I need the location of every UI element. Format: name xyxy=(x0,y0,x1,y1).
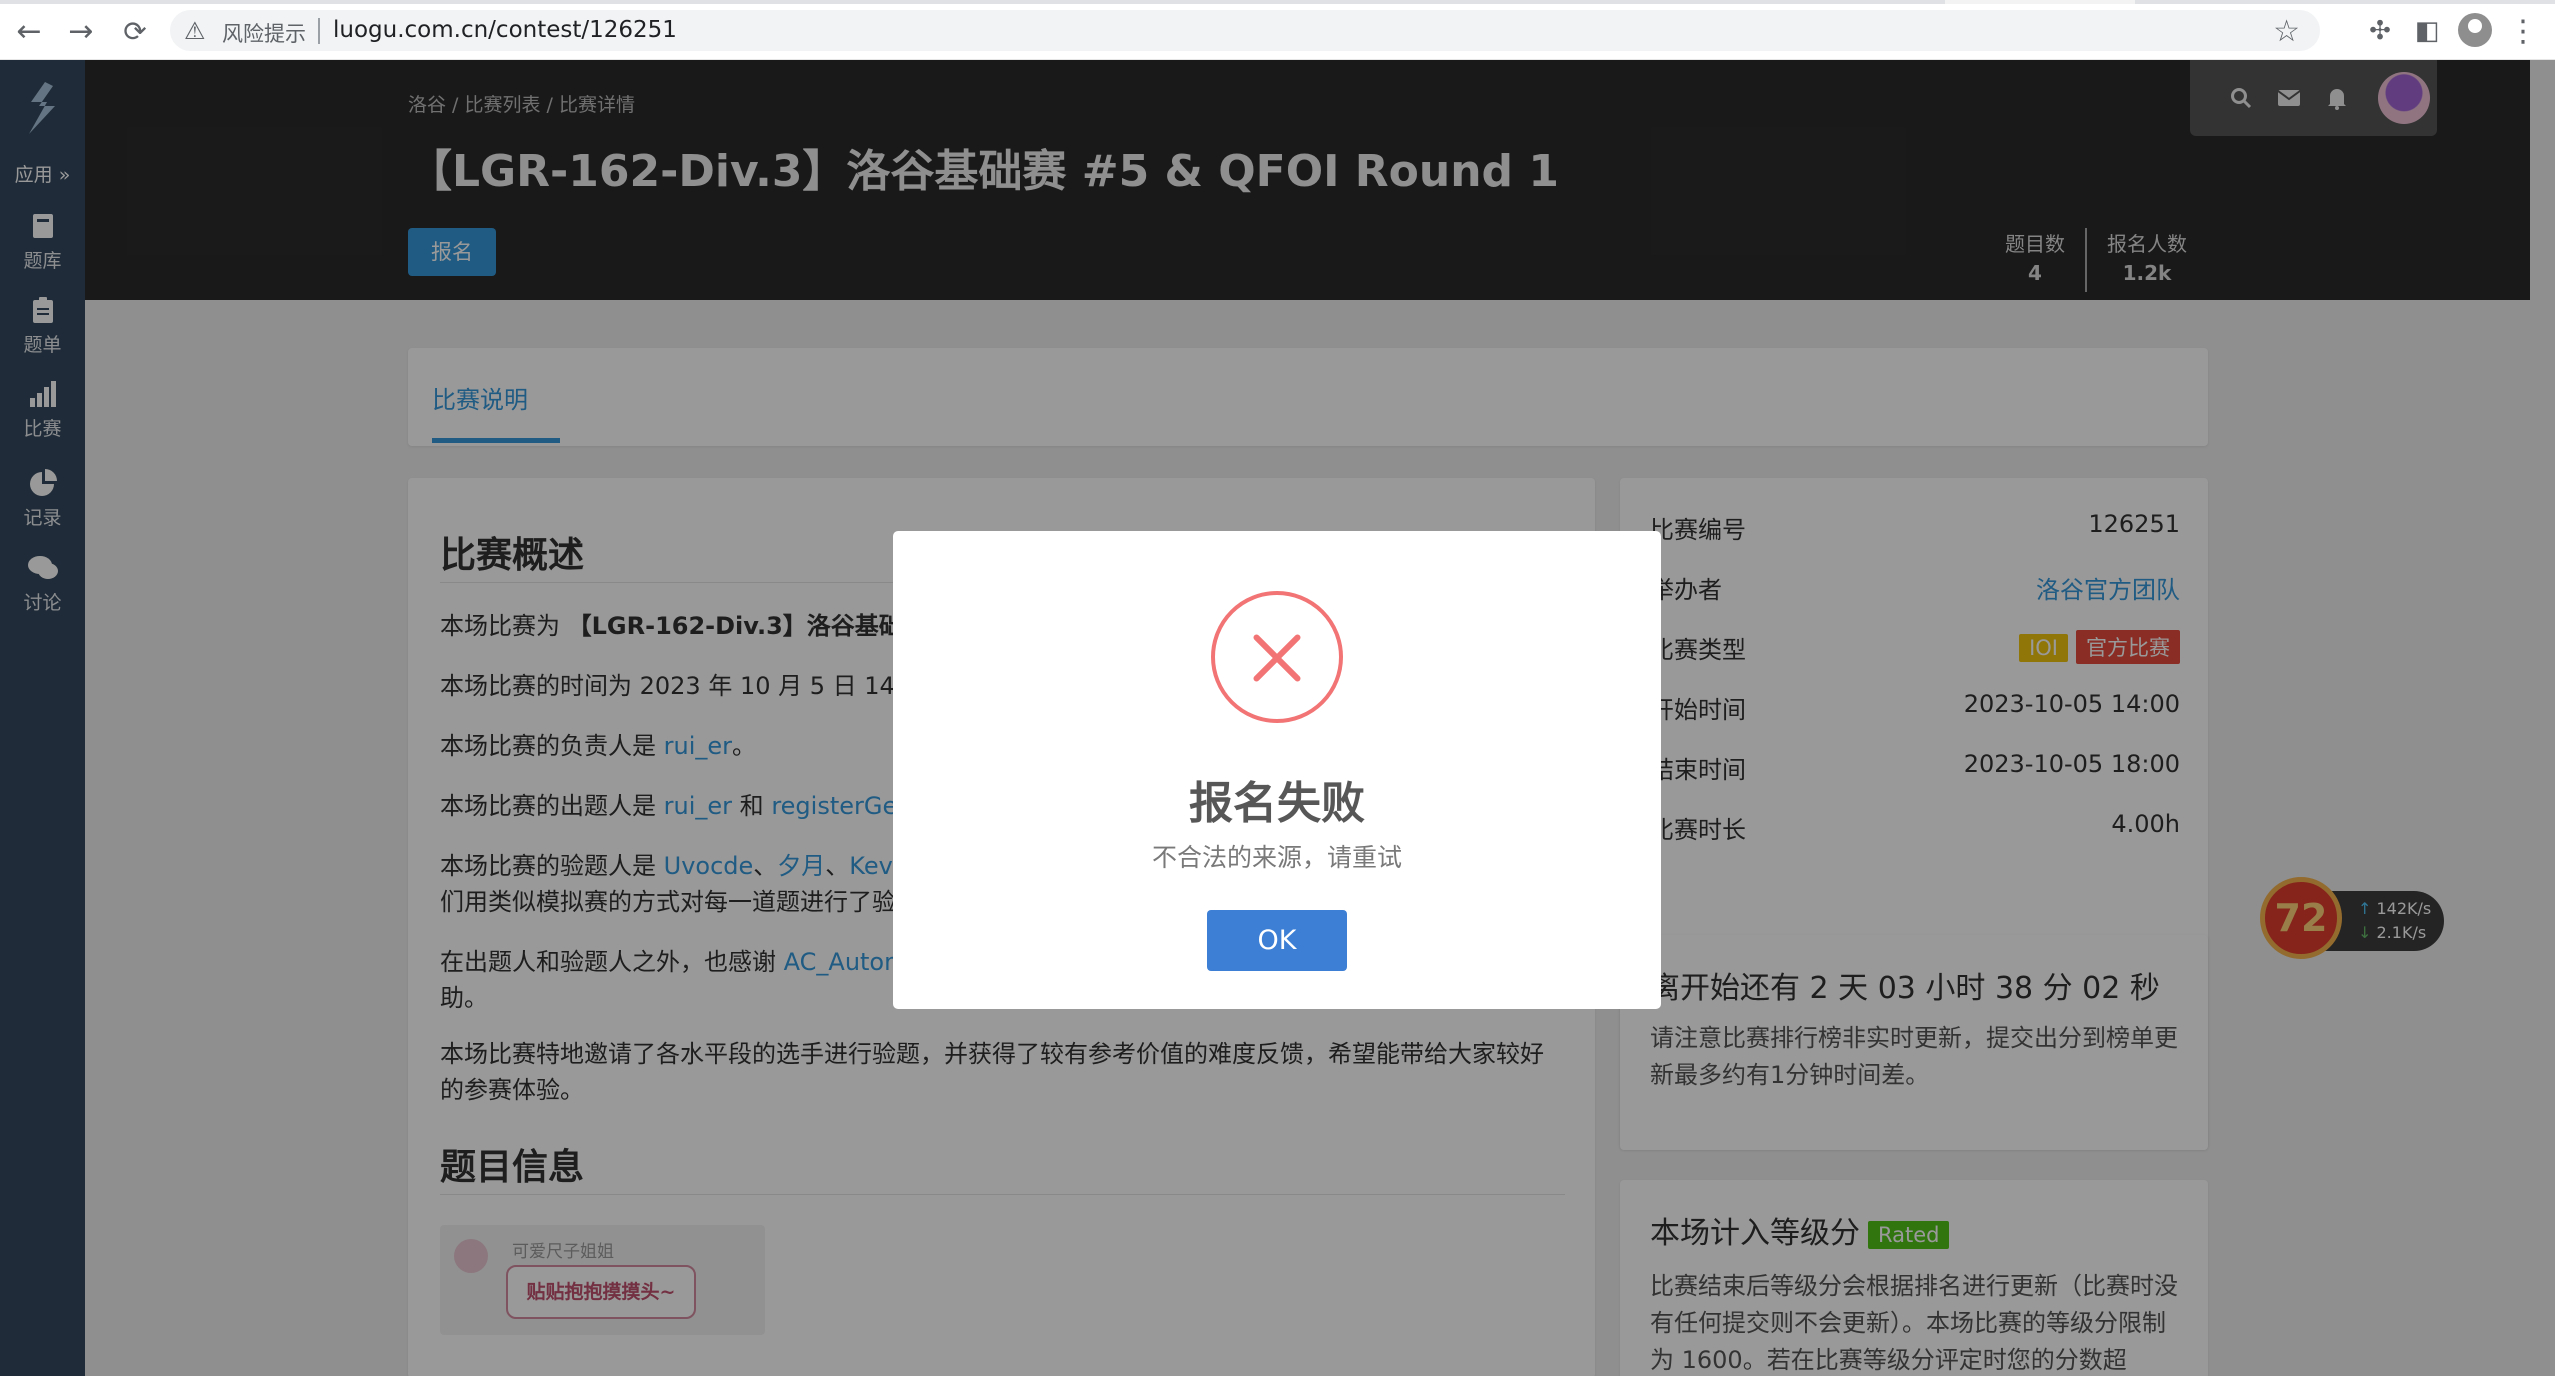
dialog-message: 不合法的来源，请重试 xyxy=(1151,843,1402,872)
browser-toolbar: ← → ⟳ ⚠ 风险提示 luogu.com.cn/contest/126251… xyxy=(0,0,2555,60)
bookmark-star-icon[interactable]: ☆ xyxy=(2273,14,2300,49)
menu-kebab-icon[interactable]: ⋮ xyxy=(2506,14,2540,49)
reload-icon[interactable]: ⟳ xyxy=(118,14,152,48)
security-warning-label[interactable]: 风险提示 xyxy=(222,18,306,48)
tab-strip xyxy=(0,0,2555,4)
address-bar[interactable]: ⚠ 风险提示 luogu.com.cn/contest/126251 ☆ xyxy=(170,10,2320,51)
extensions-icon[interactable]: ✣ xyxy=(2363,14,2397,48)
dialog-title: 报名失败 xyxy=(1189,778,1365,829)
url-text[interactable]: luogu.com.cn/contest/126251 xyxy=(333,17,677,43)
warning-icon[interactable]: ⚠ xyxy=(184,18,210,44)
ok-button[interactable]: OK xyxy=(1207,910,1347,971)
back-icon[interactable]: ← xyxy=(12,14,46,49)
error-x-icon xyxy=(1211,591,1343,723)
forward-icon[interactable]: → xyxy=(64,14,98,49)
profile-avatar-icon[interactable] xyxy=(2458,13,2492,47)
error-dialog: 报名失败 不合法的来源，请重试 OK xyxy=(893,531,1661,1009)
side-panel-icon[interactable]: ◧ xyxy=(2410,14,2444,48)
